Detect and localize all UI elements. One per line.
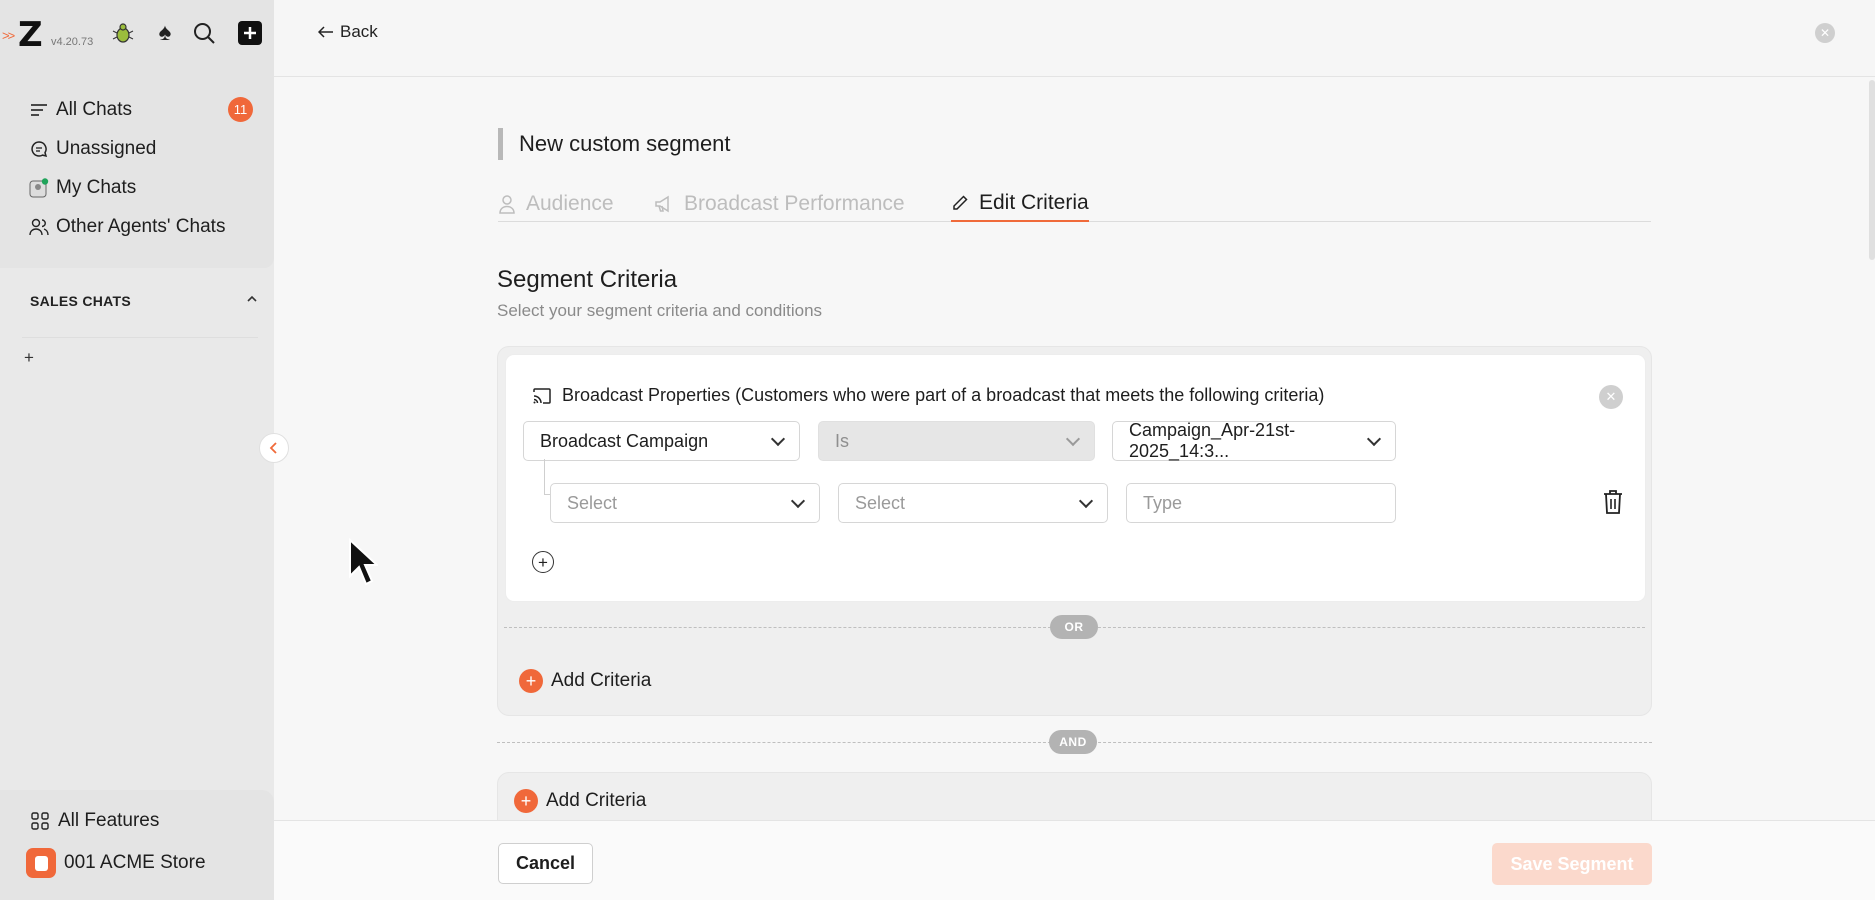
chevron-down-icon <box>770 431 786 446</box>
app-version: v4.20.73 <box>51 36 94 48</box>
sidebar-item-label: Unassigned <box>56 137 157 159</box>
sidebar-bottom: All Features 001 ACME Store <box>0 790 274 900</box>
footer: Cancel Save Segment <box>274 820 1875 900</box>
sales-chats-section[interactable]: SALES CHATS <box>30 293 258 309</box>
tab-edit-criteria[interactable]: Edit Criteria <box>951 186 1089 222</box>
unread-badge: 11 <box>228 97 253 122</box>
add-section-icon[interactable]: + <box>24 348 34 368</box>
chevron-down-icon <box>790 493 806 508</box>
pencil-icon <box>953 195 968 210</box>
add-criteria-label: Add Criteria <box>551 670 652 691</box>
criteria-card: Broadcast Properties (Customers who were… <box>506 355 1645 601</box>
operator-select: Is <box>818 421 1095 461</box>
sidebar: >> Z v4.20.73 ♠ All Chats 11 Unassigned … <box>0 0 274 900</box>
tab-broadcast-performance[interactable]: Broadcast Performance <box>654 186 905 222</box>
divider <box>22 337 258 338</box>
tab-label: Edit Criteria <box>979 191 1089 214</box>
sub-field-select[interactable]: Select <box>550 483 820 523</box>
page-title: New custom segment <box>498 128 731 160</box>
or-pill: OR <box>1050 615 1098 639</box>
campaign-select[interactable]: Campaign_Apr-21st-2025_14:3... <box>1112 420 1396 461</box>
campaign-select-value: Campaign_Apr-21st-2025_14:3... <box>1129 420 1296 461</box>
chevron-down-icon <box>1366 431 1382 446</box>
users-icon <box>28 216 50 238</box>
trash-icon[interactable] <box>1602 489 1624 515</box>
logo-row: >> Z v4.20.73 ♠ <box>0 12 274 52</box>
criteria-subtitle: Select your segment criteria and conditi… <box>497 301 823 320</box>
store-switcher[interactable]: 001 ACME Store <box>26 848 206 878</box>
all-features-link[interactable]: All Features <box>30 810 159 832</box>
tab-label: Audience <box>526 192 614 215</box>
scrollbar[interactable] <box>1869 80 1875 260</box>
chevron-down-icon <box>1078 493 1094 508</box>
chevron-left-icon <box>269 442 277 454</box>
chat-bubble-icon <box>28 138 50 160</box>
sidebar-item-label: All Chats <box>56 98 133 120</box>
add-criteria-or-button[interactable]: + Add Criteria <box>519 669 651 693</box>
spade-icon[interactable]: ♠ <box>150 18 180 48</box>
new-chat-icon[interactable] <box>235 18 265 48</box>
add-criteria-and-button[interactable]: + Add Criteria <box>514 789 646 813</box>
plus-circle-icon: + <box>514 789 538 813</box>
operator-select-value: Is <box>835 430 850 451</box>
collapse-sidebar-button[interactable] <box>259 433 289 463</box>
sidebar-top: >> Z v4.20.73 ♠ All Chats 11 Unassigned … <box>0 0 274 268</box>
app-logo: Z <box>18 15 43 55</box>
close-icon[interactable]: ✕ <box>1815 23 1835 43</box>
store-icon <box>26 848 56 878</box>
sidebar-item-label: My Chats <box>56 176 137 198</box>
sub-operator-select[interactable]: Select <box>838 483 1108 523</box>
criteria-group: Broadcast Properties (Customers who were… <box>497 346 1652 716</box>
sidebar-item-other-agents[interactable]: Other Agents' Chats <box>28 207 253 246</box>
expand-sidebar-icon[interactable]: >> <box>2 28 15 43</box>
value-input[interactable]: Type <box>1126 483 1396 523</box>
save-segment-button[interactable]: Save Segment <box>1492 843 1652 885</box>
card-title: Broadcast Properties (Customers who were… <box>562 385 1325 405</box>
back-label: Back <box>340 22 378 41</box>
value-input-placeholder: Type <box>1143 492 1183 513</box>
search-icon[interactable] <box>189 18 219 48</box>
tab-label: Broadcast Performance <box>684 192 905 215</box>
top-bar: Back ✕ <box>274 0 1875 77</box>
sidebar-item-unassigned[interactable]: Unassigned <box>28 129 253 168</box>
mouse-cursor-icon <box>349 538 378 586</box>
back-button[interactable]: Back <box>318 22 378 42</box>
list-filter-icon <box>28 99 50 121</box>
add-condition-button[interactable]: + <box>532 551 554 573</box>
sidebar-nav: All Chats 11 Unassigned My Chats Other A… <box>28 90 253 246</box>
store-name: 001 ACME Store <box>64 852 206 873</box>
avatar-icon <box>28 177 50 199</box>
user-icon <box>499 195 515 214</box>
grid-icon <box>31 812 49 830</box>
plus-circle-icon: + <box>519 669 543 693</box>
add-criteria-label: Add Criteria <box>546 790 647 811</box>
cast-icon <box>533 387 551 404</box>
section-title: SALES CHATS <box>30 293 132 309</box>
sub-operator-placeholder: Select <box>855 492 906 513</box>
criteria-title: Segment Criteria <box>497 266 678 293</box>
sidebar-item-all-chats[interactable]: All Chats 11 <box>28 90 253 129</box>
field-select[interactable]: Broadcast Campaign <box>523 421 800 461</box>
sidebar-item-my-chats[interactable]: My Chats <box>28 168 253 207</box>
megaphone-icon <box>655 195 669 213</box>
and-pill: AND <box>1049 730 1097 754</box>
sidebar-item-label: Other Agents' Chats <box>56 215 226 237</box>
field-select-value: Broadcast Campaign <box>540 430 709 451</box>
cancel-button[interactable]: Cancel <box>498 843 593 884</box>
tab-audience[interactable]: Audience <box>498 186 614 222</box>
arrow-left-icon <box>318 26 333 38</box>
tab-bar: Audience Broadcast Performance Edit Crit… <box>498 186 1651 222</box>
chevron-down-icon <box>1065 431 1081 446</box>
card-header: Broadcast Properties (Customers who were… <box>532 385 1324 406</box>
bug-icon[interactable] <box>108 18 138 48</box>
remove-criteria-icon[interactable]: ✕ <box>1599 385 1623 409</box>
chevron-up-icon <box>247 295 257 302</box>
all-features-label: All Features <box>58 810 160 831</box>
sub-field-placeholder: Select <box>567 492 618 513</box>
